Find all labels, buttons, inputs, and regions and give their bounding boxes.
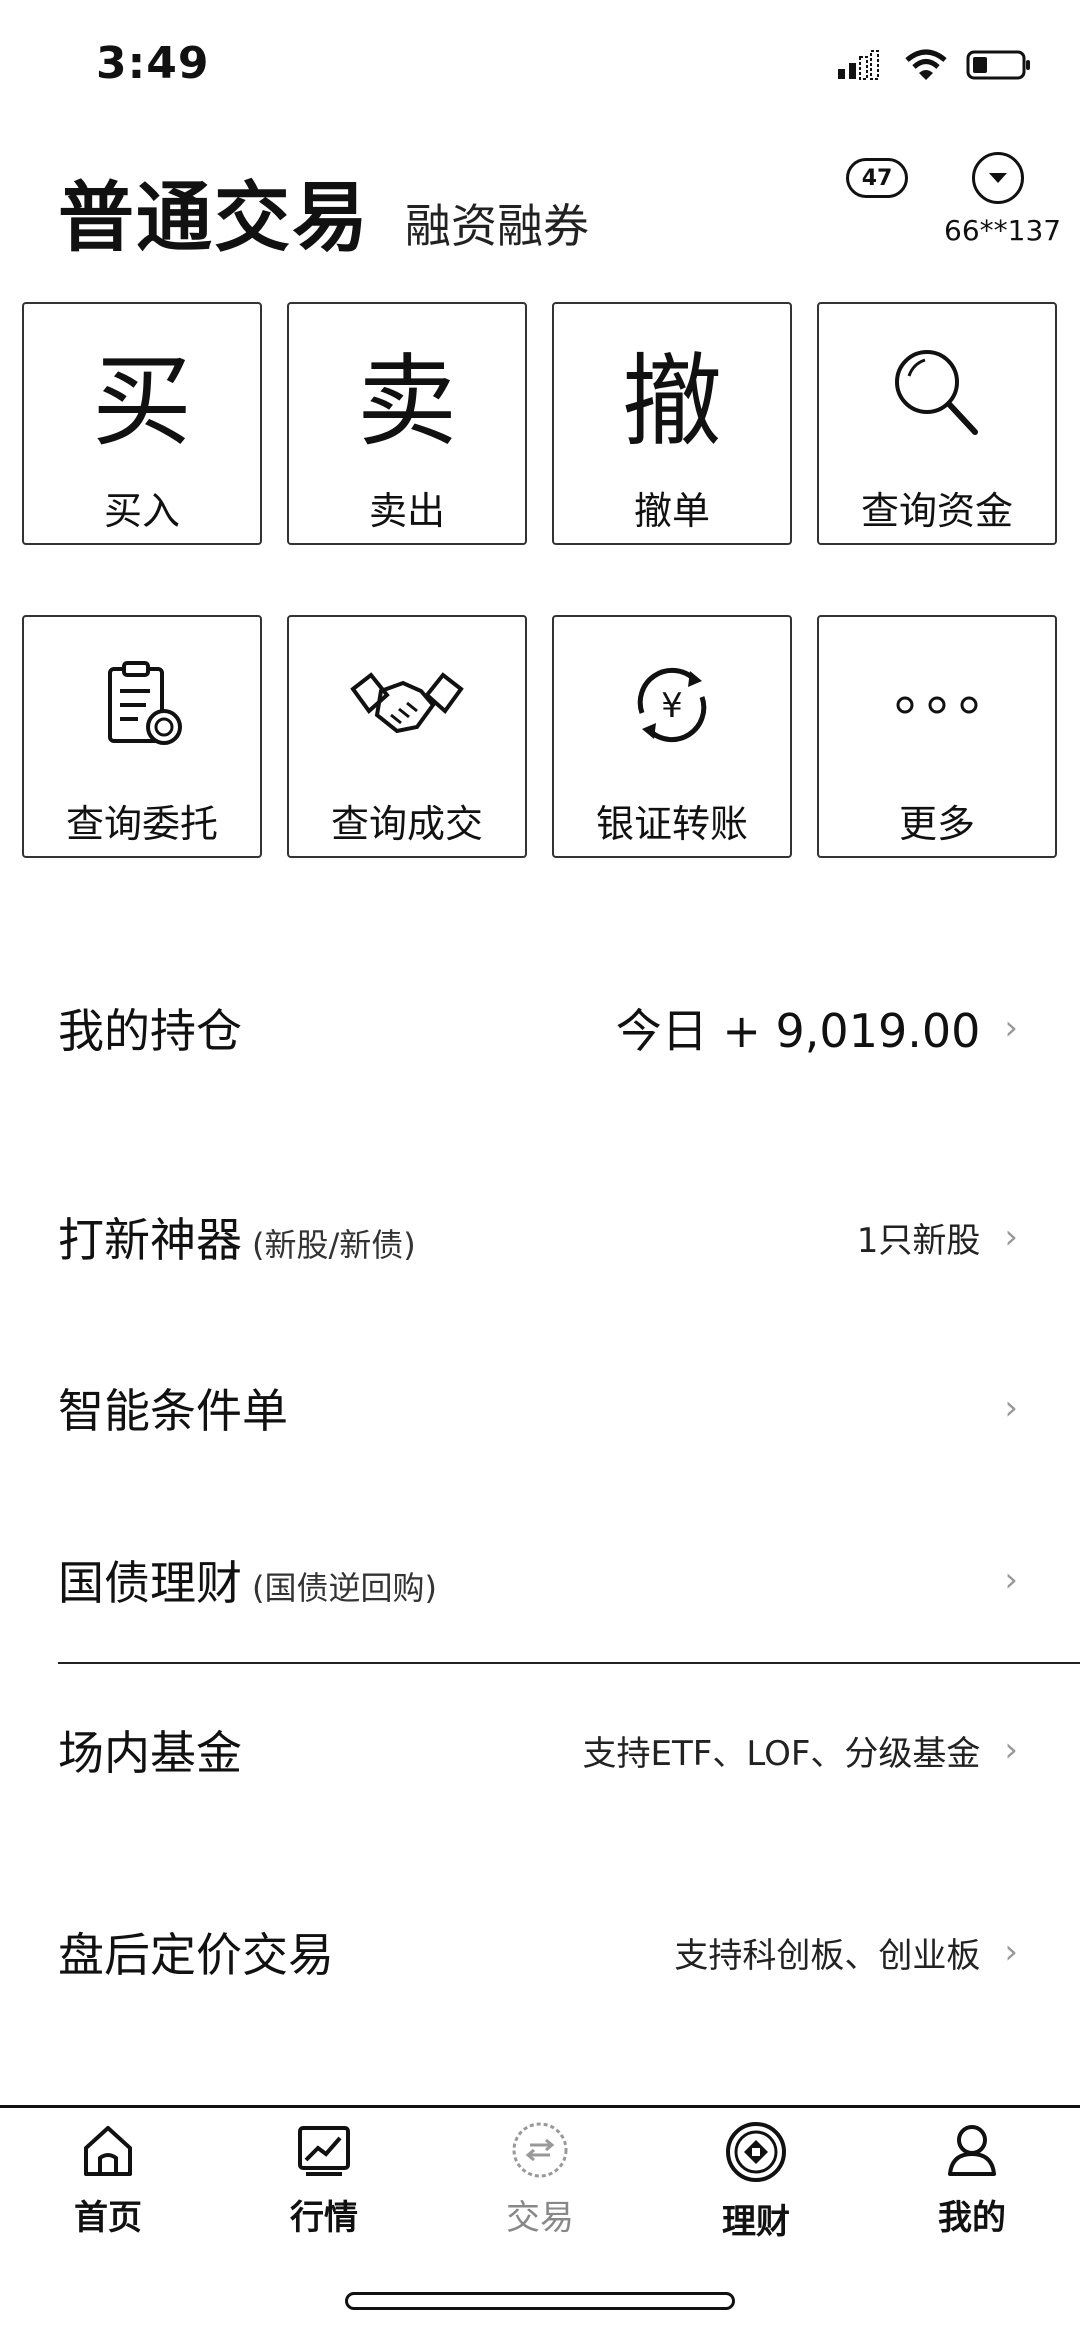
treasury-repo-title: 国债理财 [58, 1556, 242, 1610]
handshake-icon [350, 672, 464, 734]
after-hours-trading-row[interactable]: 盘后定价交易 支持科创板、创业板 › [58, 1912, 1018, 1992]
cancel-order-button[interactable]: 撤 撤单 [552, 302, 792, 545]
sell-glyph-icon: 卖 [357, 342, 457, 460]
tab-trade-label: 交易 [506, 2198, 574, 2238]
section-divider [58, 1662, 1080, 1664]
tab-profile[interactable]: 我的 [864, 2108, 1080, 2238]
tab-finance[interactable]: 理财 [648, 2108, 864, 2242]
cancel-glyph-icon: 撤 [622, 342, 722, 460]
treasury-repo-row[interactable]: 国债理财 (国债逆回购) › [58, 1540, 1018, 1620]
status-icons [836, 48, 1032, 82]
battery-icon [966, 50, 1030, 80]
status-bar: 3:49 [0, 0, 1080, 130]
chevron-right-icon: › [1004, 1560, 1018, 1600]
query-trades-label: 查询成交 [330, 802, 483, 846]
quick-actions-grid: 买 买入 卖 卖出 撤 撤单 查询资金 查询委托 查询成交 ¥ 银证转账 更多 [22, 302, 1058, 858]
finance-icon [726, 2122, 786, 2182]
more-button[interactable]: 更多 [817, 615, 1057, 858]
my-holdings-row[interactable]: 我的持仓 今日 + 9,019.00 › [58, 988, 1018, 1068]
exchange-fund-hint: 支持ETF、LOF、分级基金 [582, 1733, 981, 1774]
more-label: 更多 [898, 802, 975, 846]
query-trades-button[interactable]: 查询成交 [287, 615, 527, 858]
my-holdings-title: 我的持仓 [58, 1004, 242, 1058]
status-time: 3:49 [96, 38, 210, 89]
chevron-right-icon: › [1004, 1388, 1018, 1428]
query-orders-label: 查询委托 [65, 802, 218, 846]
tab-market-label: 行情 [290, 2198, 358, 2238]
tab-profile-label: 我的 [938, 2198, 1006, 2238]
home-indicator[interactable] [345, 2292, 735, 2310]
after-hours-trading-hint: 支持科创板、创业板 [674, 1935, 981, 1976]
chevron-right-icon: › [1004, 1008, 1018, 1048]
new-stock-count: 1只新股 [856, 1220, 981, 1261]
chevron-down-icon [989, 173, 1007, 183]
buy-glyph-icon: 买 [92, 342, 192, 460]
header: 普通交易 融资融券 47 66**137 [0, 140, 1080, 290]
trade-icon [512, 2122, 568, 2178]
chevron-right-icon: › [1004, 1217, 1018, 1257]
exchange-fund-row[interactable]: 场内基金 支持ETF、LOF、分级基金 › [58, 1710, 1018, 1790]
query-funds-label: 查询资金 [860, 489, 1013, 533]
profile-icon [948, 2125, 996, 2176]
search-icon [895, 350, 978, 435]
tab-margin-trading[interactable]: 融资融券 [405, 190, 589, 256]
wifi-icon [905, 49, 947, 80]
smart-condition-order-row[interactable]: 智能条件单 › [58, 1368, 1018, 1448]
sell-button[interactable]: 卖 卖出 [287, 302, 527, 545]
treasury-repo-subtitle: (国债逆回购) [252, 1569, 437, 1607]
buy-label: 买入 [103, 489, 180, 533]
tab-home-label: 首页 [74, 2198, 142, 2238]
after-hours-trading-title: 盘后定价交易 [58, 1928, 334, 1982]
ipo-tool-subtitle: (新股/新债) [252, 1226, 416, 1264]
more-dots-icon [896, 696, 978, 714]
chevron-right-icon: › [1004, 1730, 1018, 1770]
cancel-order-label: 撤单 [633, 489, 710, 533]
bank-transfer-button[interactable]: ¥ 银证转账 [552, 615, 792, 858]
ipo-tool-title: 打新神器 [58, 1213, 242, 1267]
ipo-tool-row[interactable]: 打新神器 (新股/新债) 1只新股 › [58, 1197, 1018, 1277]
yuan-transfer-icon: ¥ [637, 667, 707, 743]
query-funds-button[interactable]: 查询资金 [817, 302, 1057, 545]
tab-trade[interactable]: 交易 [432, 2108, 648, 2238]
home-icon [84, 2126, 132, 2176]
clipboard-icon [108, 661, 182, 745]
smart-condition-order-title: 智能条件单 [58, 1384, 288, 1438]
chevron-right-icon: › [1004, 1932, 1018, 1972]
buy-button[interactable]: 买 买入 [22, 302, 262, 545]
tab-market[interactable]: 行情 [216, 2108, 432, 2238]
tab-home[interactable]: 首页 [0, 2108, 216, 2238]
today-pnl-value: 今日 + 9,019.00 [615, 1004, 981, 1058]
bottom-tab-bar: 首页 行情 交易 理财 我的 [0, 2108, 1080, 2242]
query-orders-button[interactable]: 查询委托 [22, 615, 262, 858]
signal-icon [838, 50, 879, 80]
page-title-normal-trading[interactable]: 普通交易 [58, 156, 370, 266]
bank-transfer-label: 银证转账 [595, 802, 748, 846]
message-badge[interactable]: 47 [846, 158, 908, 198]
exchange-fund-title: 场内基金 [58, 1726, 242, 1780]
svg-text:¥: ¥ [661, 686, 683, 726]
tab-finance-label: 理财 [722, 2202, 790, 2242]
sell-label: 卖出 [368, 489, 445, 533]
chart-icon [298, 2126, 350, 2176]
account-number[interactable]: 66**137 [944, 214, 1061, 247]
account-dropdown-button[interactable] [972, 152, 1024, 204]
